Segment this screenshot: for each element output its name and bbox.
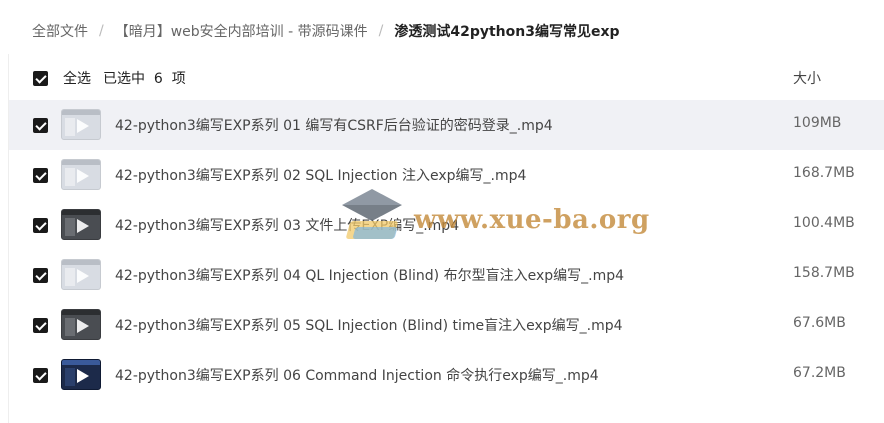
file-name[interactable]: 42-python3编写EXP系列 01 编写有CSRF后台验证的密码登录_.m…: [115, 115, 553, 135]
video-thumbnail-icon: [61, 359, 101, 390]
breadcrumb-all-files[interactable]: 全部文件: [32, 21, 88, 41]
file-name[interactable]: 42-python3编写EXP系列 06 Command Injection 命…: [115, 365, 599, 385]
video-thumbnail-icon: [61, 259, 101, 290]
file-checkbox[interactable]: [33, 268, 48, 283]
file-row[interactable]: 42-python3编写EXP系列 05 SQL Injection (Blin…: [9, 300, 884, 350]
selected-count: 已选中 6 项: [103, 71, 186, 87]
file-checkbox[interactable]: [33, 318, 48, 333]
file-checkbox[interactable]: [33, 218, 48, 233]
file-checkbox[interactable]: [33, 118, 48, 133]
file-row[interactable]: 42-python3编写EXP系列 04 QL Injection (Blind…: [9, 250, 884, 300]
file-size: 109MB: [793, 115, 842, 131]
breadcrumb-course-folder[interactable]: 【暗月】web安全内部培训 - 带源码课件: [115, 21, 368, 41]
file-size: 67.2MB: [793, 365, 846, 381]
file-row[interactable]: 42-python3编写EXP系列 01 编写有CSRF后台验证的密码登录_.m…: [9, 100, 884, 150]
list-header: 全选 已选中 6 项 大小: [9, 54, 884, 100]
file-list: 42-python3编写EXP系列 01 编写有CSRF后台验证的密码登录_.m…: [9, 100, 884, 400]
breadcrumb-separator: /: [99, 23, 104, 39]
file-size: 67.6MB: [793, 315, 846, 331]
file-checkbox[interactable]: [33, 368, 48, 383]
breadcrumb-separator: /: [378, 23, 384, 39]
select-all-checkbox[interactable]: [33, 71, 48, 86]
video-thumbnail-icon: [61, 309, 101, 340]
breadcrumb-current-folder: 渗透测试42python3编写常见exp: [394, 24, 620, 40]
file-row[interactable]: 42-python3编写EXP系列 03 文件上传EXP编写_.mp4 100.…: [9, 200, 884, 250]
file-size: 100.4MB: [793, 215, 855, 231]
file-row[interactable]: 42-python3编写EXP系列 06 Command Injection 命…: [9, 350, 884, 400]
file-name[interactable]: 42-python3编写EXP系列 02 SQL Injection 注入exp…: [115, 165, 526, 185]
file-checkbox[interactable]: [33, 168, 48, 183]
file-size: 168.7MB: [793, 165, 855, 181]
file-size: 158.7MB: [793, 265, 855, 281]
file-row[interactable]: 42-python3编写EXP系列 02 SQL Injection 注入exp…: [9, 150, 884, 200]
file-list-panel: 全选 已选中 6 项 大小 42-python3编写EXP系列 01 编写有CS…: [8, 54, 884, 423]
file-name[interactable]: 42-python3编写EXP系列 04 QL Injection (Blind…: [115, 265, 624, 285]
breadcrumb: 全部文件 / 【暗月】web安全内部培训 - 带源码课件 / 渗透测试42pyt…: [32, 0, 884, 62]
file-name[interactable]: 42-python3编写EXP系列 03 文件上传EXP编写_.mp4: [115, 215, 459, 235]
size-column-header[interactable]: 大小: [793, 68, 821, 88]
file-name[interactable]: 42-python3编写EXP系列 05 SQL Injection (Blin…: [115, 315, 623, 335]
video-thumbnail-icon: [61, 159, 101, 190]
video-thumbnail-icon: [61, 209, 101, 240]
video-thumbnail-icon: [61, 109, 101, 140]
select-all-label[interactable]: 全选: [63, 68, 91, 88]
